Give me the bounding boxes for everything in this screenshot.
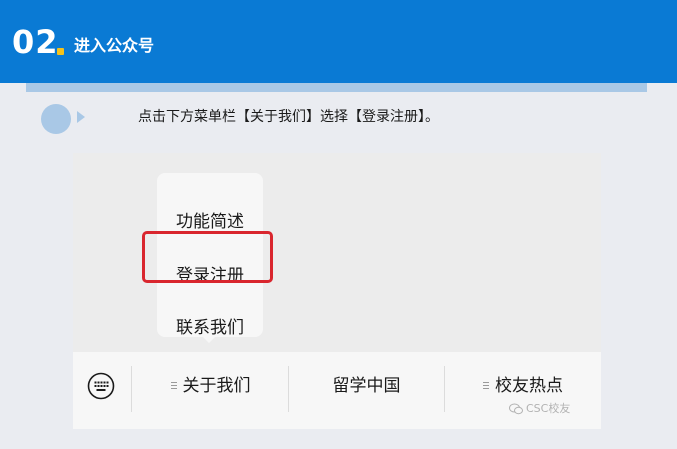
- hamburger-icon: [483, 382, 489, 390]
- bullet-circle: [41, 104, 71, 134]
- step-dot: [57, 48, 64, 55]
- bullet-arrow: [77, 111, 85, 123]
- keyboard-icon[interactable]: [87, 372, 115, 400]
- popup-tail: [202, 336, 216, 343]
- highlight-box: [142, 231, 273, 283]
- menu-item-label: 校友热点: [495, 376, 563, 396]
- menu-divider: [131, 366, 132, 412]
- header-underline: [26, 83, 647, 92]
- wechat-screenshot: 功能简述 登录注册 联系我们 关于我们 留学中国 校友热点 CSC校友: [73, 153, 601, 429]
- menu-item-study-china[interactable]: 留学中国: [289, 374, 444, 398]
- hamburger-icon: [170, 382, 177, 390]
- watermark-text: CSC校友: [526, 402, 571, 415]
- header-banner: 02 进入公众号: [0, 0, 677, 83]
- wechat-icon: [509, 403, 523, 415]
- menu-item-about-us[interactable]: 关于我们: [133, 374, 288, 398]
- menu-item-alumni-news[interactable]: 校友热点: [445, 374, 601, 398]
- instruction-text: 点击下方菜单栏【关于我们】选择【登录注册】。: [138, 109, 439, 125]
- watermark: CSC校友: [509, 402, 570, 416]
- section-title: 进入公众号: [74, 36, 155, 55]
- menu-item-label: 留学中国: [332, 376, 401, 396]
- bottom-menu-bar: 关于我们 留学中国 校友热点 CSC校友: [73, 352, 601, 429]
- menu-item-label: 关于我们: [182, 376, 251, 396]
- step-number: 02: [12, 23, 59, 61]
